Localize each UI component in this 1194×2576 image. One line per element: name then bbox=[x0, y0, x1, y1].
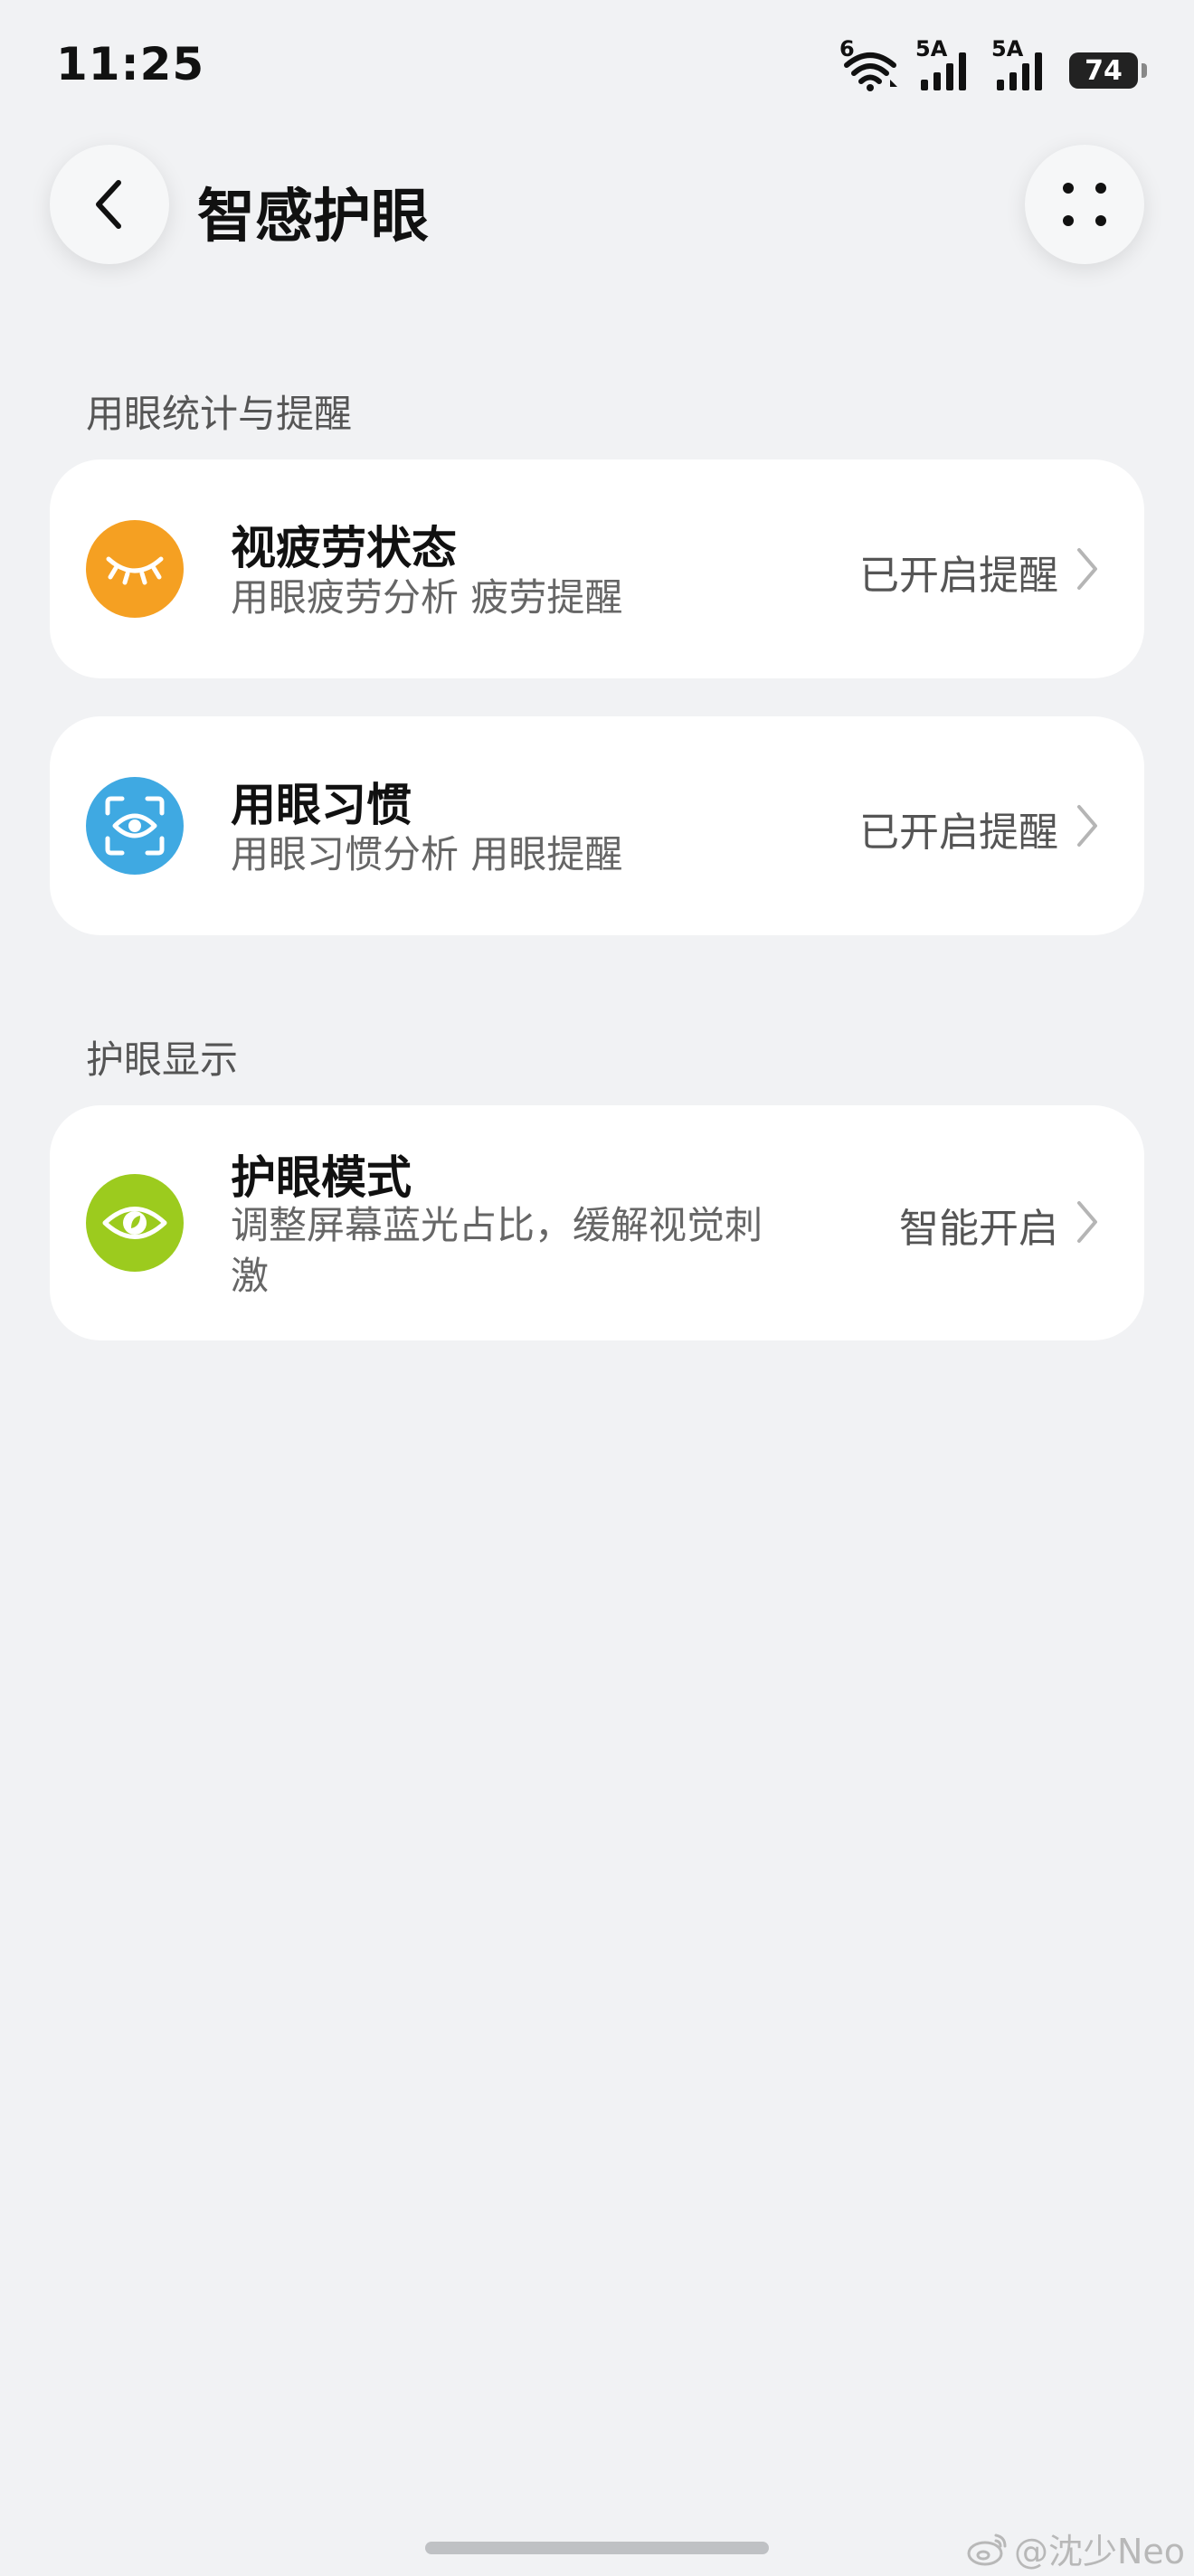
wifi-label: 6 bbox=[839, 36, 855, 62]
chevron-right-icon bbox=[1077, 548, 1097, 590]
back-button[interactable] bbox=[50, 145, 169, 264]
status-time: 11:25 bbox=[56, 38, 205, 90]
eye-habit-icon-badge bbox=[86, 777, 184, 875]
eye-comfort-subtitle-line2: 激 bbox=[231, 1254, 270, 1298]
sim1-label: 5A bbox=[915, 36, 948, 62]
section-label-eye-stats: 用眼统计与提醒 bbox=[86, 392, 353, 436]
eye-comfort-title: 护眼模式 bbox=[231, 1151, 412, 1204]
chevron-right-icon bbox=[1077, 1201, 1097, 1243]
eye-comfort-subtitle-line1: 调整屏幕蓝光占比，缓解视觉刺 bbox=[231, 1203, 763, 1247]
page-title: 智感护眼 bbox=[197, 184, 429, 251]
eye-habit-subtitle: 用眼习惯分析 用眼提醒 bbox=[231, 832, 623, 876]
weibo-icon bbox=[967, 2533, 1007, 2565]
battery-indicator: 74 bbox=[1069, 52, 1147, 89]
chevron-left-icon bbox=[96, 180, 121, 229]
eye-fatigue-icon-badge bbox=[86, 520, 184, 618]
status-bar: 11:25 6 5A 5A 74 bbox=[0, 0, 1194, 136]
eye-leaf-icon bbox=[102, 1207, 167, 1239]
eye-habit-status: 已开启提醒 bbox=[859, 810, 1058, 856]
more-button[interactable] bbox=[1025, 145, 1144, 264]
sim2-label: 5A bbox=[991, 36, 1024, 62]
eye-scan-icon bbox=[105, 796, 165, 856]
eye-fatigue-status: 已开启提醒 bbox=[859, 553, 1058, 599]
closed-eye-icon bbox=[106, 556, 164, 585]
eye-comfort-icon-badge bbox=[86, 1174, 184, 1272]
eye-comfort-mode-card[interactable]: 护眼模式 调整屏幕蓝光占比，缓解视觉刺 激 智能开启 bbox=[50, 1105, 1144, 1340]
page-header: 智感护眼 bbox=[0, 141, 1194, 268]
eye-habit-title: 用眼习惯 bbox=[231, 779, 412, 831]
eye-fatigue-card[interactable]: 视疲劳状态 用眼疲劳分析 疲劳提醒 已开启提醒 bbox=[50, 459, 1144, 678]
chevron-right-icon bbox=[1077, 805, 1097, 847]
wifi-indicator: 6 bbox=[839, 36, 899, 92]
watermark: @沈少Neo bbox=[967, 2524, 1185, 2573]
sim2-indicator: 5A bbox=[991, 36, 1051, 92]
home-indicator[interactable] bbox=[425, 2542, 769, 2554]
section-label-eye-display: 护眼显示 bbox=[86, 1037, 239, 1082]
sim1-indicator: 5A bbox=[915, 36, 975, 92]
eye-habit-card[interactable]: 用眼习惯 用眼习惯分析 用眼提醒 已开启提醒 bbox=[50, 716, 1144, 935]
eye-fatigue-subtitle: 用眼疲劳分析 疲劳提醒 bbox=[231, 575, 623, 620]
watermark-text: @沈少Neo bbox=[1013, 2532, 1185, 2571]
eye-fatigue-title: 视疲劳状态 bbox=[231, 522, 457, 574]
eye-comfort-status: 智能开启 bbox=[899, 1206, 1058, 1252]
battery-level: 74 bbox=[1085, 54, 1123, 87]
status-icons: 6 5A 5A 74 bbox=[839, 36, 1147, 98]
more-dots-icon bbox=[1063, 183, 1106, 226]
